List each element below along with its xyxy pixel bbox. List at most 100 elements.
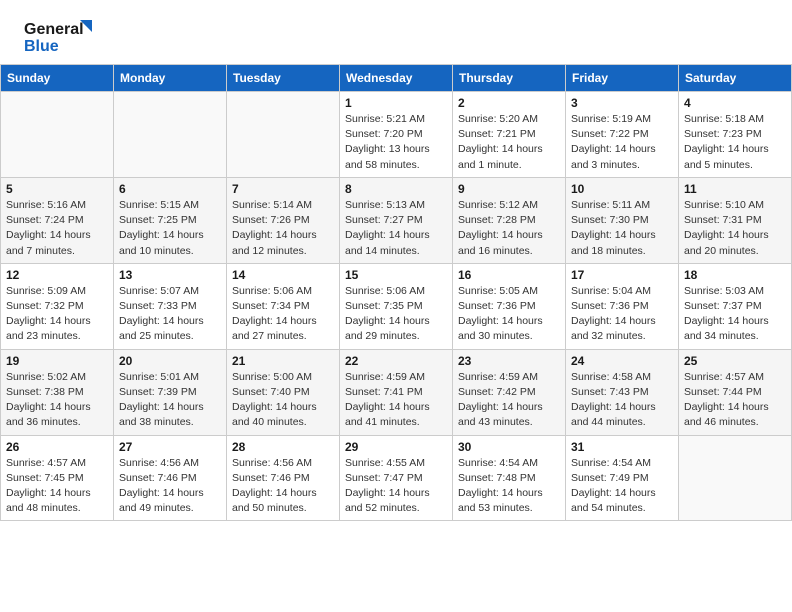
day-number: 31	[571, 440, 673, 454]
day-info: Sunrise: 4:54 AMSunset: 7:48 PMDaylight:…	[458, 456, 560, 517]
day-info: Sunrise: 5:01 AMSunset: 7:39 PMDaylight:…	[119, 370, 221, 431]
day-info: Sunrise: 4:54 AMSunset: 7:49 PMDaylight:…	[571, 456, 673, 517]
day-info: Sunrise: 4:55 AMSunset: 7:47 PMDaylight:…	[345, 456, 447, 517]
day-info: Sunrise: 4:57 AMSunset: 7:44 PMDaylight:…	[684, 370, 786, 431]
calendar-week-row: 5 Sunrise: 5:16 AMSunset: 7:24 PMDaylight…	[1, 177, 792, 263]
calendar-cell: 23 Sunrise: 4:59 AMSunset: 7:42 PMDayligh…	[453, 349, 566, 435]
day-number: 11	[684, 182, 786, 196]
calendar-week-row: 26Sunrise: 4:57 AMSunset: 7:45 PMDayligh…	[1, 435, 792, 521]
logo: GeneralBlue	[24, 18, 94, 54]
day-info: Sunrise: 4:56 AMSunset: 7:46 PMDaylight:…	[119, 456, 221, 517]
day-number: 20	[119, 354, 221, 368]
day-number: 30	[458, 440, 560, 454]
day-number: 13	[119, 268, 221, 282]
day-info: Sunrise: 5:06 AMSunset: 7:34 PMDaylight:…	[232, 284, 334, 345]
day-info: Sunrise: 5:09 AMSunset: 7:32 PMDaylight:…	[6, 284, 108, 345]
day-number: 24	[571, 354, 673, 368]
day-info: Sunrise: 4:59 AMSunset: 7:42 PMDaylight:…	[458, 370, 560, 431]
calendar-cell: 3 Sunrise: 5:19 AMSunset: 7:22 PMDaylight…	[566, 92, 679, 178]
day-number: 6	[119, 182, 221, 196]
calendar-cell: 30 Sunrise: 4:54 AMSunset: 7:48 PMDayligh…	[453, 435, 566, 521]
day-info: Sunrise: 5:20 AMSunset: 7:21 PMDaylight:…	[458, 112, 560, 173]
calendar-cell: 7 Sunrise: 5:14 AMSunset: 7:26 PMDaylight…	[227, 177, 340, 263]
day-info: Sunrise: 5:12 AMSunset: 7:28 PMDaylight:…	[458, 198, 560, 259]
svg-text:Blue: Blue	[24, 38, 59, 54]
calendar-cell: 16 Sunrise: 5:05 AMSunset: 7:36 PMDayligh…	[453, 263, 566, 349]
day-info: Sunrise: 4:57 AMSunset: 7:45 PMDaylight:…	[6, 456, 108, 517]
calendar-cell	[1, 92, 114, 178]
day-number: 9	[458, 182, 560, 196]
day-number: 4	[684, 96, 786, 110]
day-number: 12	[6, 268, 108, 282]
day-number: 27	[119, 440, 221, 454]
calendar-cell: 24 Sunrise: 4:58 AMSunset: 7:43 PMDayligh…	[566, 349, 679, 435]
day-info: Sunrise: 5:19 AMSunset: 7:22 PMDaylight:…	[571, 112, 673, 173]
calendar-cell: 31 Sunrise: 4:54 AMSunset: 7:49 PMDayligh…	[566, 435, 679, 521]
calendar-cell: 14 Sunrise: 5:06 AMSunset: 7:34 PMDayligh…	[227, 263, 340, 349]
day-info: Sunrise: 5:07 AMSunset: 7:33 PMDaylight:…	[119, 284, 221, 345]
calendar-weekday-sunday: Sunday	[1, 65, 114, 92]
calendar-cell: 5 Sunrise: 5:16 AMSunset: 7:24 PMDaylight…	[1, 177, 114, 263]
day-number: 18	[684, 268, 786, 282]
day-info: Sunrise: 5:06 AMSunset: 7:35 PMDaylight:…	[345, 284, 447, 345]
day-number: 28	[232, 440, 334, 454]
day-number: 7	[232, 182, 334, 196]
day-number: 19	[6, 354, 108, 368]
calendar-weekday-thursday: Thursday	[453, 65, 566, 92]
calendar-weekday-tuesday: Tuesday	[227, 65, 340, 92]
calendar-cell: 18 Sunrise: 5:03 AMSunset: 7:37 PMDayligh…	[679, 263, 792, 349]
day-number: 3	[571, 96, 673, 110]
calendar-cell: 4 Sunrise: 5:18 AMSunset: 7:23 PMDaylight…	[679, 92, 792, 178]
day-number: 23	[458, 354, 560, 368]
day-info: Sunrise: 5:05 AMSunset: 7:36 PMDaylight:…	[458, 284, 560, 345]
calendar-cell: 13 Sunrise: 5:07 AMSunset: 7:33 PMDayligh…	[114, 263, 227, 349]
calendar-weekday-saturday: Saturday	[679, 65, 792, 92]
day-info: Sunrise: 4:56 AMSunset: 7:46 PMDaylight:…	[232, 456, 334, 517]
calendar-cell: 6 Sunrise: 5:15 AMSunset: 7:25 PMDaylight…	[114, 177, 227, 263]
calendar-cell: 27 Sunrise: 4:56 AMSunset: 7:46 PMDayligh…	[114, 435, 227, 521]
calendar-cell: 21Sunrise: 5:00 AMSunset: 7:40 PMDayligh…	[227, 349, 340, 435]
calendar-week-row: 12 Sunrise: 5:09 AMSunset: 7:32 PMDayligh…	[1, 263, 792, 349]
day-info: Sunrise: 5:14 AMSunset: 7:26 PMDaylight:…	[232, 198, 334, 259]
day-info: Sunrise: 5:13 AMSunset: 7:27 PMDaylight:…	[345, 198, 447, 259]
calendar-cell: 29 Sunrise: 4:55 AMSunset: 7:47 PMDayligh…	[340, 435, 453, 521]
calendar-header-row: SundayMondayTuesdayWednesdayThursdayFrid…	[1, 65, 792, 92]
calendar-cell: 15 Sunrise: 5:06 AMSunset: 7:35 PMDayligh…	[340, 263, 453, 349]
calendar-cell: 25 Sunrise: 4:57 AMSunset: 7:44 PMDayligh…	[679, 349, 792, 435]
calendar-cell: 26Sunrise: 4:57 AMSunset: 7:45 PMDayligh…	[1, 435, 114, 521]
calendar-table: SundayMondayTuesdayWednesdayThursdayFrid…	[0, 64, 792, 521]
calendar-cell: 11Sunrise: 5:10 AMSunset: 7:31 PMDayligh…	[679, 177, 792, 263]
calendar-cell	[227, 92, 340, 178]
calendar-cell: 12 Sunrise: 5:09 AMSunset: 7:32 PMDayligh…	[1, 263, 114, 349]
day-info: Sunrise: 5:03 AMSunset: 7:37 PMDaylight:…	[684, 284, 786, 345]
day-number: 25	[684, 354, 786, 368]
day-info: Sunrise: 5:21 AMSunset: 7:20 PMDaylight:…	[345, 112, 447, 173]
day-number: 10	[571, 182, 673, 196]
day-info: Sunrise: 5:11 AMSunset: 7:30 PMDaylight:…	[571, 198, 673, 259]
calendar-cell: 28 Sunrise: 4:56 AMSunset: 7:46 PMDayligh…	[227, 435, 340, 521]
day-number: 2	[458, 96, 560, 110]
day-info: Sunrise: 5:15 AMSunset: 7:25 PMDaylight:…	[119, 198, 221, 259]
day-number: 15	[345, 268, 447, 282]
calendar-weekday-wednesday: Wednesday	[340, 65, 453, 92]
day-number: 1	[345, 96, 447, 110]
day-info: Sunrise: 4:59 AMSunset: 7:41 PMDaylight:…	[345, 370, 447, 431]
calendar-week-row: 1 Sunrise: 5:21 AMSunset: 7:20 PMDaylight…	[1, 92, 792, 178]
day-info: Sunrise: 5:16 AMSunset: 7:24 PMDaylight:…	[6, 198, 108, 259]
calendar-cell: 10 Sunrise: 5:11 AMSunset: 7:30 PMDayligh…	[566, 177, 679, 263]
day-number: 5	[6, 182, 108, 196]
page-header: GeneralBlue	[0, 0, 792, 64]
day-info: Sunrise: 4:58 AMSunset: 7:43 PMDaylight:…	[571, 370, 673, 431]
calendar-cell: 2 Sunrise: 5:20 AMSunset: 7:21 PMDaylight…	[453, 92, 566, 178]
day-number: 14	[232, 268, 334, 282]
day-number: 16	[458, 268, 560, 282]
day-info: Sunrise: 5:02 AMSunset: 7:38 PMDaylight:…	[6, 370, 108, 431]
calendar-cell: 22Sunrise: 4:59 AMSunset: 7:41 PMDayligh…	[340, 349, 453, 435]
calendar-cell	[679, 435, 792, 521]
svg-text:General: General	[24, 21, 84, 38]
day-number: 29	[345, 440, 447, 454]
day-number: 21	[232, 354, 334, 368]
calendar-weekday-monday: Monday	[114, 65, 227, 92]
day-info: Sunrise: 5:18 AMSunset: 7:23 PMDaylight:…	[684, 112, 786, 173]
calendar-cell: 1 Sunrise: 5:21 AMSunset: 7:20 PMDaylight…	[340, 92, 453, 178]
